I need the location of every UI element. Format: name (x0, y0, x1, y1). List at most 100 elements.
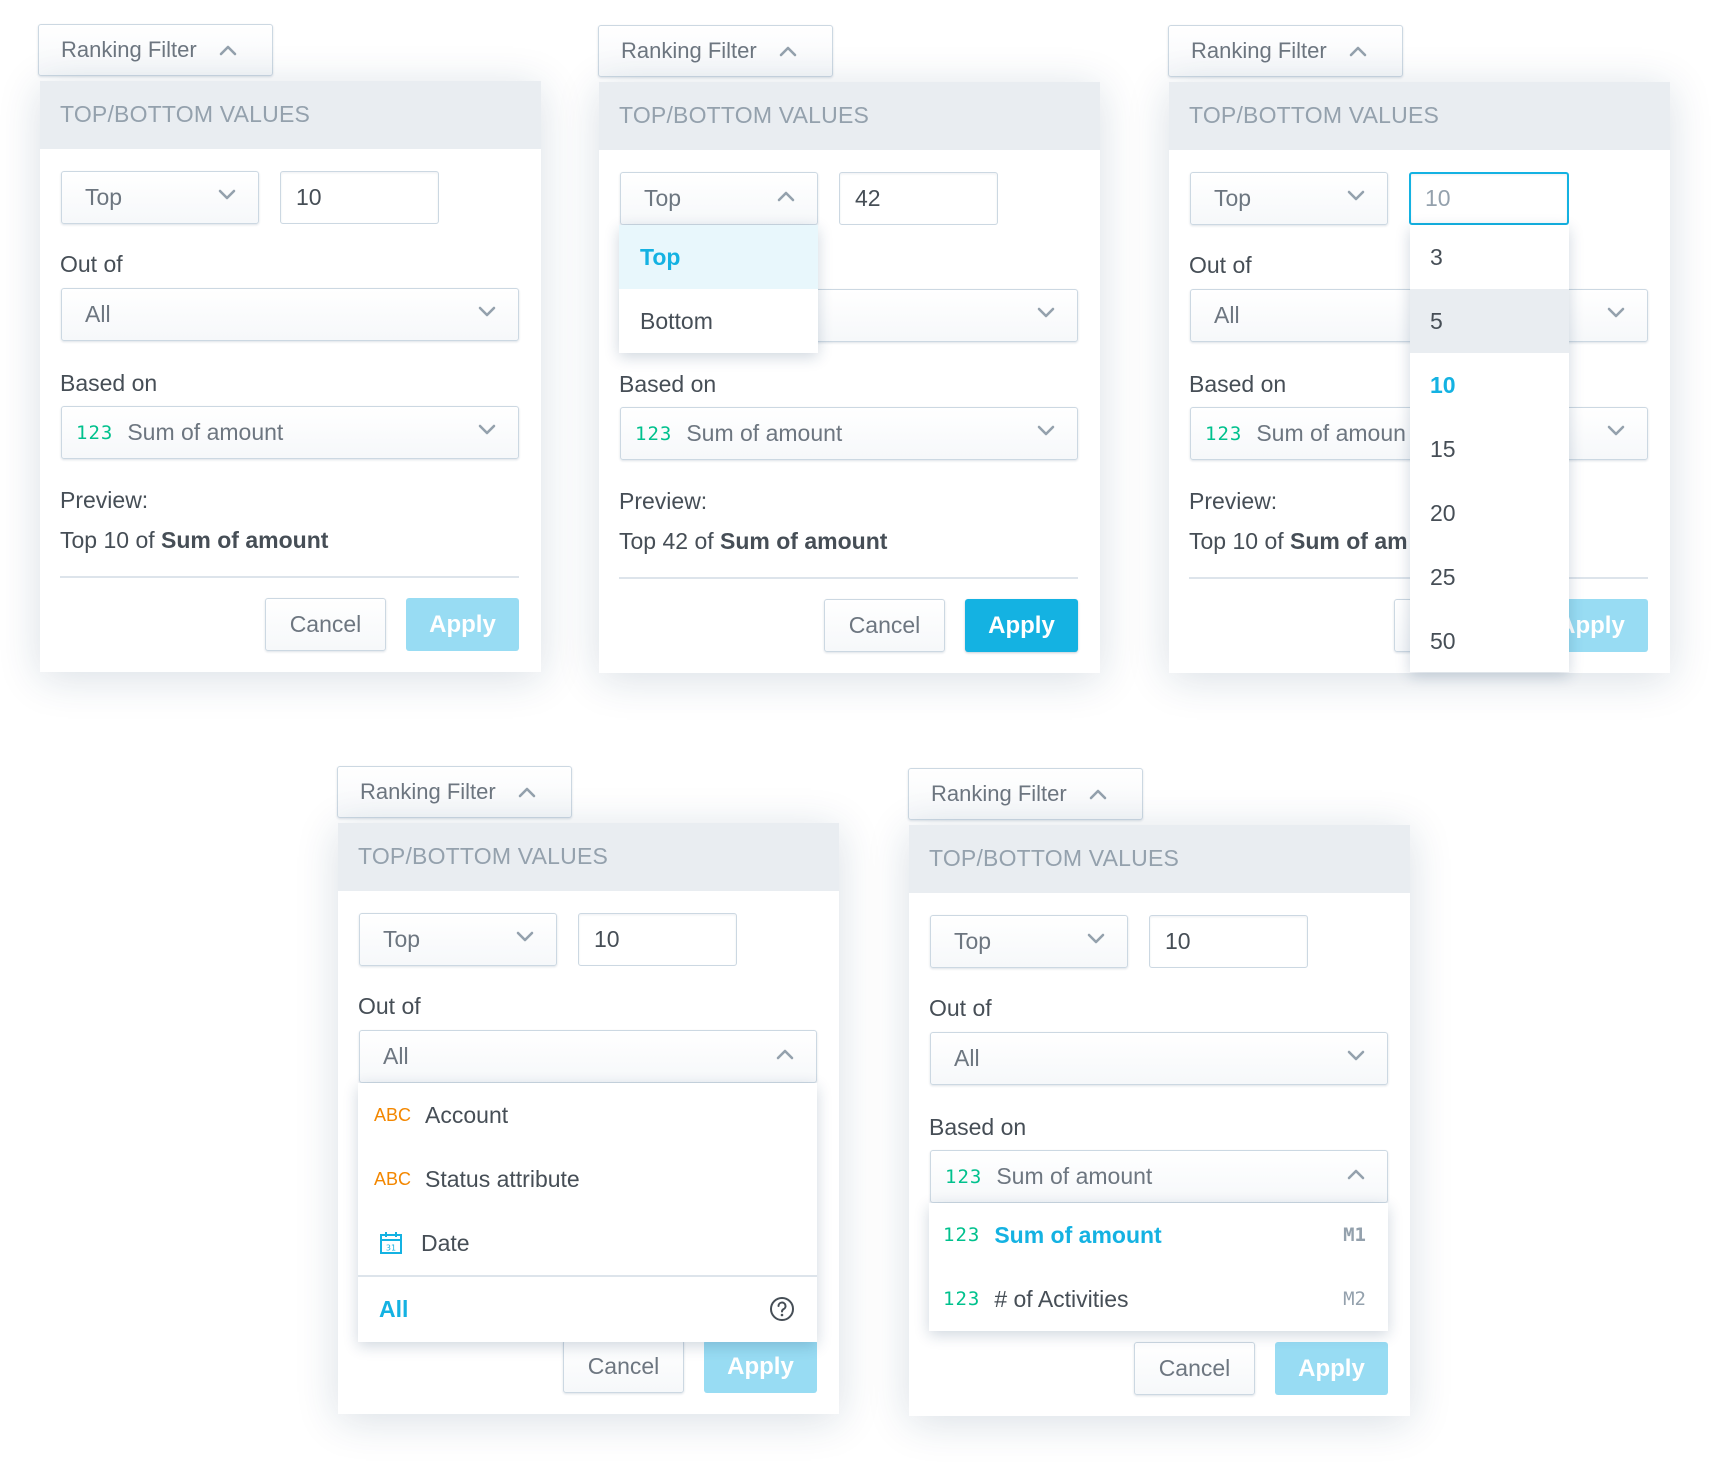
value-input[interactable]: 10 (280, 171, 439, 224)
option-label: All (379, 1295, 409, 1322)
ranking-filter-button[interactable]: Ranking Filter (38, 24, 273, 76)
operator-select[interactable]: Top (61, 171, 259, 224)
based-on-value: Sum of amoun (1256, 420, 1406, 446)
operator-select[interactable]: Top (930, 915, 1128, 968)
based-on-label: Based on (1189, 371, 1287, 397)
value-option[interactable]: 15 (1410, 417, 1569, 481)
chevron-down-icon (1607, 307, 1625, 319)
out-of-option-account[interactable]: ABC Account (358, 1083, 817, 1147)
out-of-option-status-attribute[interactable]: ABC Status attribute (358, 1147, 817, 1211)
based-on-select[interactable]: 123 Sum of amount (61, 406, 519, 459)
ranking-filter-panel: TOP/BOTTOM VALUES Top 10 Out of All Base… (40, 81, 541, 672)
based-on-option-sum-of-amount[interactable]: 123 Sum of amount M1 (929, 1203, 1388, 1267)
ranking-filter-label: Ranking Filter (621, 38, 757, 63)
value-input[interactable]: 10 (578, 913, 737, 966)
out-of-select[interactable]: All (359, 1030, 817, 1083)
preview-prefix: Top 42 of (619, 528, 721, 554)
out-of-select[interactable]: All (61, 288, 519, 341)
measure-icon: 123 (943, 1224, 981, 1246)
chevron-up-icon (1349, 45, 1367, 57)
chevron-down-icon (478, 306, 496, 318)
cancel-button[interactable]: Cancel (265, 598, 386, 651)
operator-option-top[interactable]: Top (619, 225, 818, 289)
ranking-filter-button[interactable]: Ranking Filter (908, 768, 1143, 820)
chevron-up-icon (779, 45, 797, 57)
out-of-label: Out of (929, 995, 992, 1021)
ranking-filter-label: Ranking Filter (1191, 38, 1327, 63)
ranking-filter-button[interactable]: Ranking Filter (1168, 25, 1403, 77)
value-option[interactable]: 3 (1410, 225, 1569, 289)
measure-icon: 123 (945, 1165, 983, 1188)
operator-select[interactable]: Top (359, 913, 557, 966)
chevron-down-icon (516, 931, 534, 943)
out-of-option-all[interactable]: All (358, 1277, 817, 1341)
value-option[interactable]: 50 (1410, 609, 1569, 673)
panel-header: TOP/BOTTOM VALUES (909, 825, 1410, 893)
preview-text: Top 42 of Sum of amount (619, 528, 887, 555)
value-input[interactable]: 10 (1409, 172, 1569, 225)
ranking-filter-label: Ranking Filter (61, 37, 197, 62)
chevron-up-icon (1089, 788, 1107, 800)
value-option[interactable]: 20 (1410, 481, 1569, 545)
cancel-button[interactable]: Cancel (1134, 1342, 1255, 1395)
apply-button[interactable]: Apply (965, 599, 1078, 652)
operator-option-bottom[interactable]: Bottom (619, 289, 818, 353)
preview-label: Preview: (619, 488, 708, 514)
value-text: 10 (296, 184, 322, 210)
ranking-filter-panel: TOP/BOTTOM VALUES Top 10 Out of All Canc… (338, 823, 839, 1414)
out-of-label: Out of (60, 251, 123, 277)
chevron-down-icon (1347, 190, 1365, 202)
value-input[interactable]: 42 (839, 172, 998, 225)
operator-value: Top (85, 184, 123, 210)
operator-value: Top (644, 185, 682, 211)
panel-header: TOP/BOTTOM VALUES (338, 823, 839, 891)
value-option[interactable]: 10 (1410, 353, 1569, 417)
out-of-value: All (954, 1045, 980, 1071)
ranking-filter-label: Ranking Filter (360, 779, 496, 804)
cancel-button[interactable]: Cancel (824, 599, 945, 652)
out-of-select[interactable]: All (930, 1032, 1388, 1085)
ranking-filter-label: Ranking Filter (931, 781, 1067, 806)
out-of-label: Out of (1189, 252, 1252, 278)
value-option[interactable]: 5 (1410, 289, 1569, 353)
operator-value: Top (954, 928, 992, 954)
value-dropdown: 3 5 10 15 20 25 50 (1410, 225, 1569, 672)
ranking-filter-button[interactable]: Ranking Filter (598, 25, 833, 77)
value-text: 10 (1425, 185, 1451, 211)
out-of-option-date[interactable]: 31 Date (358, 1211, 817, 1275)
apply-button[interactable]: Apply (406, 598, 519, 651)
preview-measure: Sum of amount (161, 527, 329, 553)
based-on-select[interactable]: 123 Sum of amount (930, 1150, 1388, 1203)
out-of-value: All (1214, 302, 1240, 328)
cancel-button[interactable]: Cancel (563, 1340, 684, 1393)
chevron-down-icon (1037, 307, 1055, 319)
ranking-filter-button[interactable]: Ranking Filter (337, 766, 572, 818)
measure-code: M2 (1343, 1288, 1366, 1310)
chevron-up-icon (777, 190, 795, 202)
measure-icon: 123 (1205, 422, 1243, 445)
value-option[interactable]: 25 (1410, 545, 1569, 609)
value-text: 42 (855, 185, 881, 211)
panel-header: TOP/BOTTOM VALUES (40, 81, 541, 149)
operator-select[interactable]: Top (620, 172, 818, 225)
chevron-up-icon (518, 786, 536, 798)
attribute-icon: ABC (374, 1168, 412, 1189)
operator-select[interactable]: Top (1190, 172, 1388, 225)
chevron-up-icon (219, 44, 237, 56)
out-of-value: All (85, 301, 111, 327)
help-icon[interactable] (769, 1296, 795, 1322)
value-text: 10 (594, 926, 620, 952)
apply-button[interactable]: Apply (1275, 1342, 1388, 1395)
divider (619, 577, 1078, 579)
measure-icon: 123 (635, 422, 673, 445)
based-on-label: Based on (619, 371, 717, 397)
based-on-value: Sum of amount (686, 420, 843, 446)
measure-icon: 123 (943, 1288, 981, 1310)
chevron-down-icon (1037, 425, 1055, 437)
based-on-select[interactable]: 123 Sum of amount (620, 407, 1078, 460)
value-input[interactable]: 10 (1149, 915, 1308, 968)
based-on-option-activities[interactable]: 123 # of Activities M2 (929, 1267, 1388, 1331)
preview-measure: Sum of amount (720, 528, 888, 554)
apply-button[interactable]: Apply (704, 1340, 817, 1393)
chevron-down-icon (478, 424, 496, 436)
